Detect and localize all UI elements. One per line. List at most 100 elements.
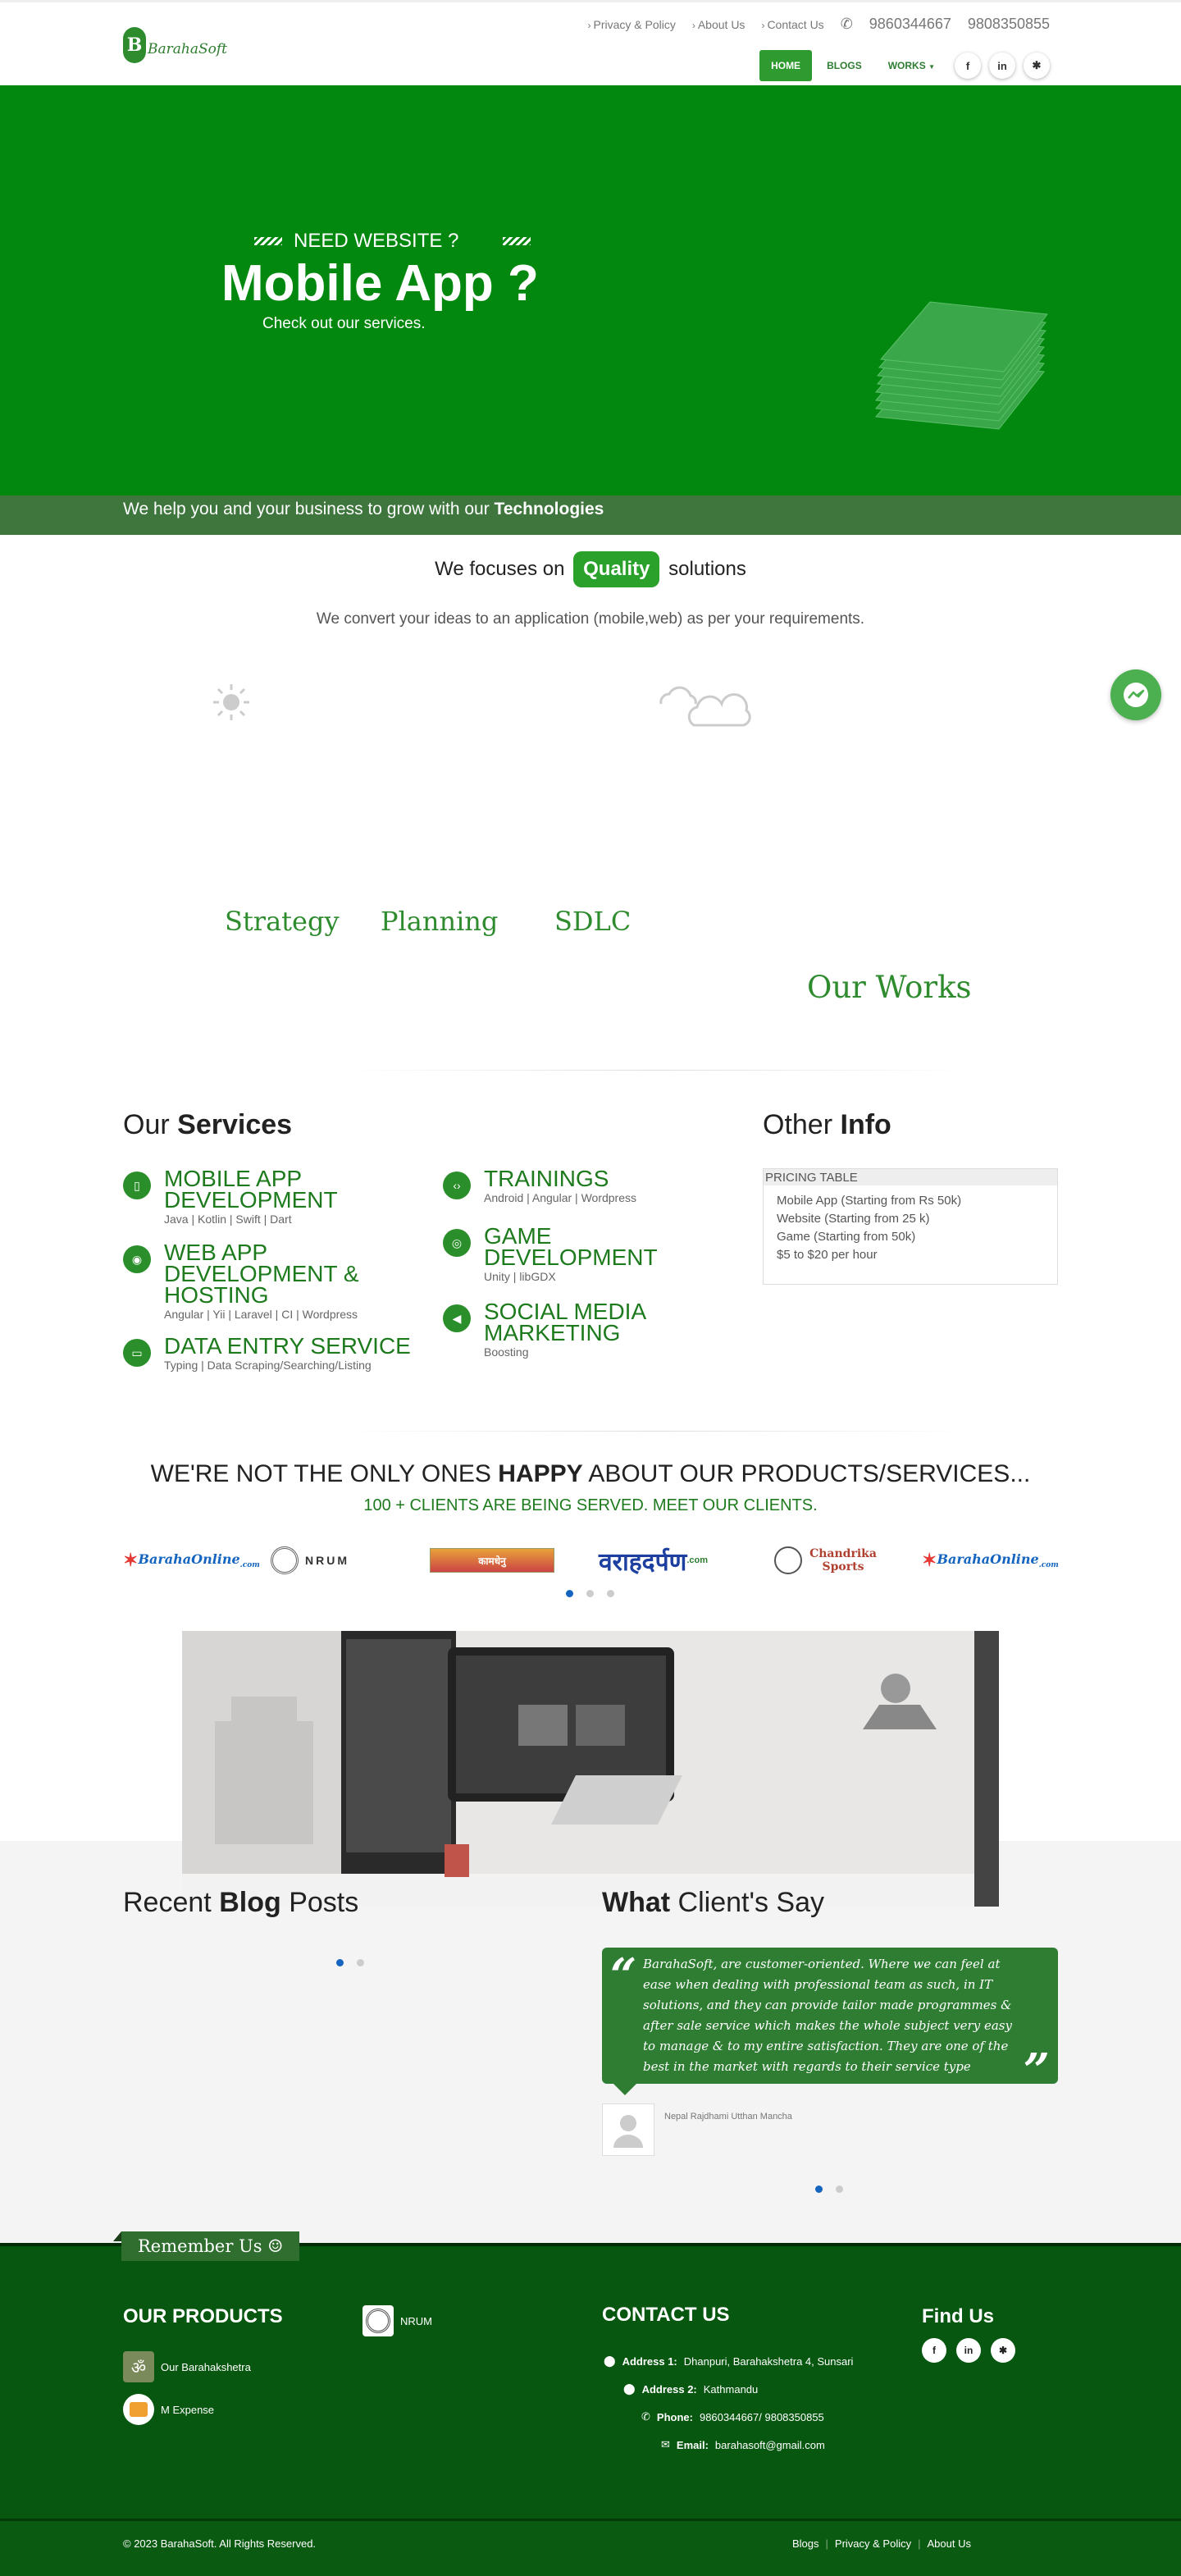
mobile-icon: ▯ (123, 1172, 151, 1199)
star-logo-icon: ✶ (123, 1550, 139, 1570)
clients-heading-prefix: WE'RE NOT THE ONLY ONES (150, 1460, 491, 1487)
blog-title-light: Recent (123, 1887, 212, 1918)
map-marker-icon: ⬤ (604, 2354, 616, 2367)
code-icon: ‹› (443, 1172, 471, 1199)
carousel-dot[interactable] (607, 1590, 614, 1597)
client-logo-chandrika[interactable]: Chandrika Sports (774, 1542, 878, 1578)
contact-address-2: ⬤ Address 2: Kathmandu (623, 2382, 758, 2396)
banner-logo-icon: कामधेनु (430, 1548, 554, 1573)
contact-phone[interactable]: ✆ Phone: 9860344667/ 9808350855 (641, 2410, 824, 2423)
client-logo-suffix: .com (239, 1561, 260, 1570)
service-sub: Boosting (484, 1345, 529, 1359)
carousel-dot[interactable] (815, 2185, 823, 2193)
pricing-item: Game (Starting from 50k) (777, 1230, 916, 1244)
logo-text: BarahaSoft (148, 41, 227, 57)
nav-home[interactable]: HOME (759, 50, 813, 81)
android-icon[interactable]: ✱ (1024, 53, 1050, 79)
open-quote-icon: “ (610, 1948, 637, 2003)
phone-number-1[interactable]: 9860344667 (869, 16, 951, 33)
service-title: MOBILE APP DEVELOPMENT (164, 1166, 338, 1213)
user-placeholder-icon (613, 2115, 643, 2148)
main-nav: HOME BLOGS WORKS ▼ f in ✱ (759, 50, 1050, 81)
contact-label: Address 1: (622, 2354, 677, 2368)
linkedin-icon[interactable]: in (956, 2338, 981, 2363)
pricing-item: Mobile App (Starting from Rs 50k) (777, 1194, 962, 1208)
service-sub: Typing | Data Scraping/Searching/Listing (164, 1359, 372, 1372)
hero-kicker-text: NEED WEBSITE ? (294, 230, 459, 252)
clients-heading-bold: HAPPY (498, 1460, 583, 1487)
chevron-right-icon: › (691, 19, 695, 31)
client-logo-suffix: .com (686, 1555, 708, 1565)
carousel-dot[interactable] (336, 1959, 344, 1966)
focus-suffix: solutions (668, 558, 746, 580)
cloud-icon (659, 686, 751, 727)
nav-works[interactable]: WORKS ▼ (877, 50, 946, 81)
megaphone-icon: ◀ (443, 1304, 471, 1332)
top-link-privacy[interactable]: › Privacy & Policy (587, 18, 675, 31)
nrum-seal-icon (363, 2305, 394, 2336)
service-sub: Java | Kotlin | Swift | Dart (164, 1213, 292, 1226)
nav-blogs[interactable]: BLOGS (815, 50, 873, 81)
service-title: GAME DEVELOPMENT (484, 1223, 658, 1270)
contact-email[interactable]: ✉ Email: barahasoft@gmail.com (661, 2438, 825, 2451)
linkedin-icon[interactable]: in (989, 53, 1015, 79)
phone-number-2[interactable]: 9808350855 (968, 16, 1050, 33)
contact-label: Address 2: (641, 2382, 697, 2396)
service-data-entry[interactable]: ▭ DATA ENTRY SERVICE Typing | Data Scrapi… (123, 1335, 435, 1372)
client-logo-text: BarahaOnline (937, 1551, 1039, 1567)
service-social-media[interactable]: ◀ SOCIAL MEDIA MARKETING Boosting (443, 1300, 689, 1359)
carousel-dot[interactable] (836, 2185, 843, 2193)
contact-label: Email: (676, 2438, 709, 2451)
our-works-heading[interactable]: Our Works (807, 970, 972, 1005)
site-header: B BarahaSoft › Privacy & Policy › About Us… (0, 0, 1181, 85)
remember-us-ribbon: Remember Us ☺ (121, 2231, 300, 2261)
site-logo[interactable]: B BarahaSoft (123, 27, 227, 63)
footer-product-label: M Expense (161, 2403, 215, 2416)
link-separator: | (918, 2537, 921, 2550)
service-trainings[interactable]: ‹› TRAININGS Android | Angular | Wordpres… (443, 1167, 722, 1204)
pricing-table: PRICING TABLE Mobile App (Starting from … (763, 1168, 1058, 1285)
carousel-dot[interactable] (566, 1590, 573, 1597)
footer-link-about[interactable]: About Us (928, 2537, 971, 2550)
client-logo-text: वराहदर्पण (599, 1548, 687, 1576)
top-link-about[interactable]: › About Us (692, 18, 746, 31)
wallet-icon (123, 2394, 154, 2425)
facebook-icon[interactable]: f (955, 53, 981, 79)
top-link-contact[interactable]: › Contact Us (761, 18, 823, 31)
other-info-title-bold: Info (840, 1109, 891, 1140)
footer-product-barahakshetra[interactable]: ॐ Our Barahakshetra (123, 2351, 251, 2382)
android-icon[interactable]: ✱ (991, 2338, 1015, 2363)
ball-icon (774, 1546, 802, 1574)
other-info-title: Other Info (763, 1109, 891, 1141)
footer-products-title: OUR PRODUCTS (123, 2305, 283, 2327)
section-divider (344, 1070, 968, 1071)
footer-product-nrum[interactable]: NRUM (363, 2305, 432, 2336)
client-logo-varahdarpan[interactable]: वराहदर्पण .com (599, 1542, 708, 1578)
testimonial-tail (613, 2084, 636, 2095)
services-title: Our Services (123, 1109, 292, 1141)
sun-icon (213, 684, 249, 720)
footer-contact-title: CONTACT US (602, 2304, 730, 2326)
footer-product-mexpense[interactable]: M Expense (123, 2394, 214, 2425)
facebook-icon[interactable]: f (922, 2338, 946, 2363)
client-logo-kamdhenu[interactable]: कामधेनु (430, 1542, 554, 1578)
section-divider (344, 1431, 968, 1432)
service-web-app[interactable]: ◉ WEB APP DEVELOPMENT & HOSTING Angular |… (123, 1241, 402, 1321)
services-title-light: Our (123, 1109, 170, 1140)
footer-link-privacy[interactable]: Privacy & Policy (835, 2537, 911, 2550)
service-game[interactable]: ◎ GAME DEVELOPMENT Unity | libGDX (443, 1223, 689, 1283)
service-mobile-app[interactable]: ▯ MOBILE APP DEVELOPMENT Java | Kotlin | … (123, 1166, 435, 1226)
messenger-chat-button[interactable] (1110, 669, 1161, 720)
ribbon-fold (113, 2231, 121, 2241)
footer-product-label: Our Barahakshetra (161, 2360, 251, 2373)
keyboard-icon: ▭ (123, 1339, 151, 1367)
tagline-text: We help you and your business to grow wi… (123, 500, 490, 518)
client-logo-barahaonline-2[interactable]: ✶ BarahaOnline.com (922, 1542, 1059, 1578)
hero-banner: NEED WEBSITE ? Mobile App ? Check out ou… (0, 85, 1181, 496)
word-sdlc: SDLC (554, 906, 632, 937)
client-logo-nrum[interactable]: NRUM (271, 1542, 349, 1578)
carousel-dot[interactable] (586, 1590, 594, 1597)
client-logo-barahaonline[interactable]: ✶ BarahaOnline.com (123, 1542, 260, 1578)
footer-link-blogs[interactable]: Blogs (792, 2537, 819, 2550)
carousel-dot[interactable] (357, 1959, 364, 1966)
